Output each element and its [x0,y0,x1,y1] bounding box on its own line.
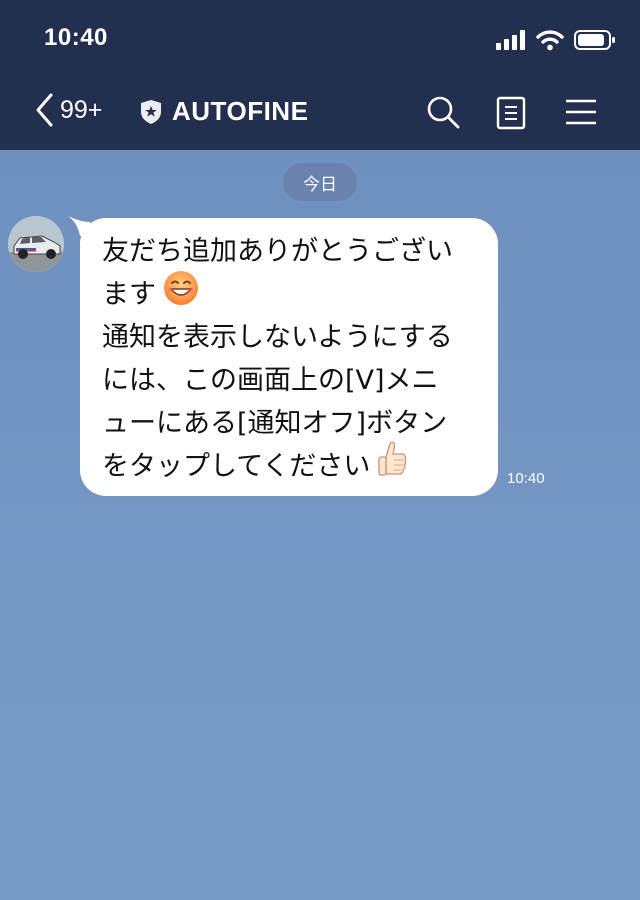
message-bubble[interactable]: 友だち追加ありがとうござい ます 通知を表示しないようにする には、この画面上の… [80,218,498,496]
avatar[interactable] [8,216,64,272]
message-line: をタップしてください [102,441,478,488]
grinning-face-emoji [162,269,200,320]
car-avatar-image [8,216,64,272]
message-line: ューにある[通知オフ]ボタン [102,408,448,439]
signal-icon [496,30,525,50]
status-icons [496,26,616,54]
thumbs-up-emoji [376,440,408,493]
nav-row: 99+ AUTOFINE [0,84,640,142]
menu-icon[interactable] [565,98,597,126]
message-line: には、この画面上の[V]メニ [102,365,439,396]
message-time: 10:40 [507,470,545,487]
top-bar: 10:40 99+ AUTOFINE [0,0,640,150]
battery-icon [574,30,615,50]
official-account-badge-icon [141,99,161,124]
unread-count: 99+ [60,95,103,124]
notes-icon[interactable] [496,96,526,130]
message-line: 通知を表示しないようにする [102,322,453,353]
chevron-left-icon [36,93,53,127]
search-icon[interactable] [425,94,461,130]
message-line: 友だち追加ありがとうござい [102,236,453,267]
chat-area[interactable]: 今日 友だち追加ありがとうござい ます 通知を表示しないようにする には、この画… [0,150,640,900]
back-button[interactable]: 99+ [34,92,102,128]
date-separator: 今日 [283,163,357,201]
message-line: ます [102,271,478,316]
status-time: 10:40 [44,24,108,51]
wifi-icon [536,30,564,51]
chat-title: AUTOFINE [172,96,309,126]
chat-title-group[interactable]: AUTOFINE [140,96,308,127]
